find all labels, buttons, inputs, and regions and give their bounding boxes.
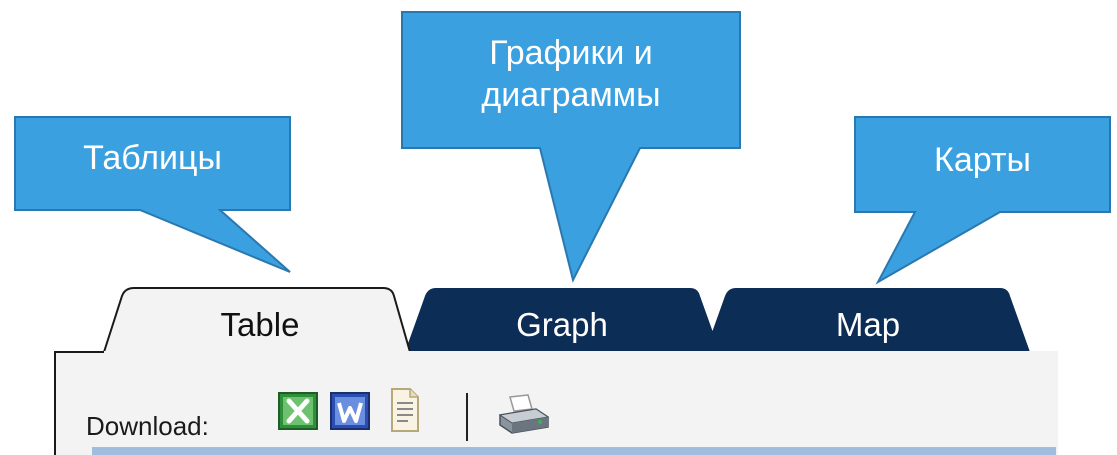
toolbar-separator [466,393,468,441]
tutorial-slide: Таблицы Графики и диаграммы Карты Table … [0,0,1117,455]
download-excel-button[interactable] [278,392,318,430]
panel-top-border [54,351,104,353]
tab-table[interactable]: Table [150,305,370,345]
text-file-icon [391,388,419,432]
content-header-bar [92,447,1056,455]
print-icon [498,394,550,434]
download-text-button[interactable] [390,387,420,433]
tab-map[interactable]: Map [758,305,978,345]
tab-graph[interactable]: Graph [452,305,672,345]
excel-icon [278,392,318,430]
print-button[interactable] [496,393,552,437]
download-word-button[interactable] [330,392,370,430]
download-label: Download: [86,411,209,441]
word-icon [330,392,370,430]
